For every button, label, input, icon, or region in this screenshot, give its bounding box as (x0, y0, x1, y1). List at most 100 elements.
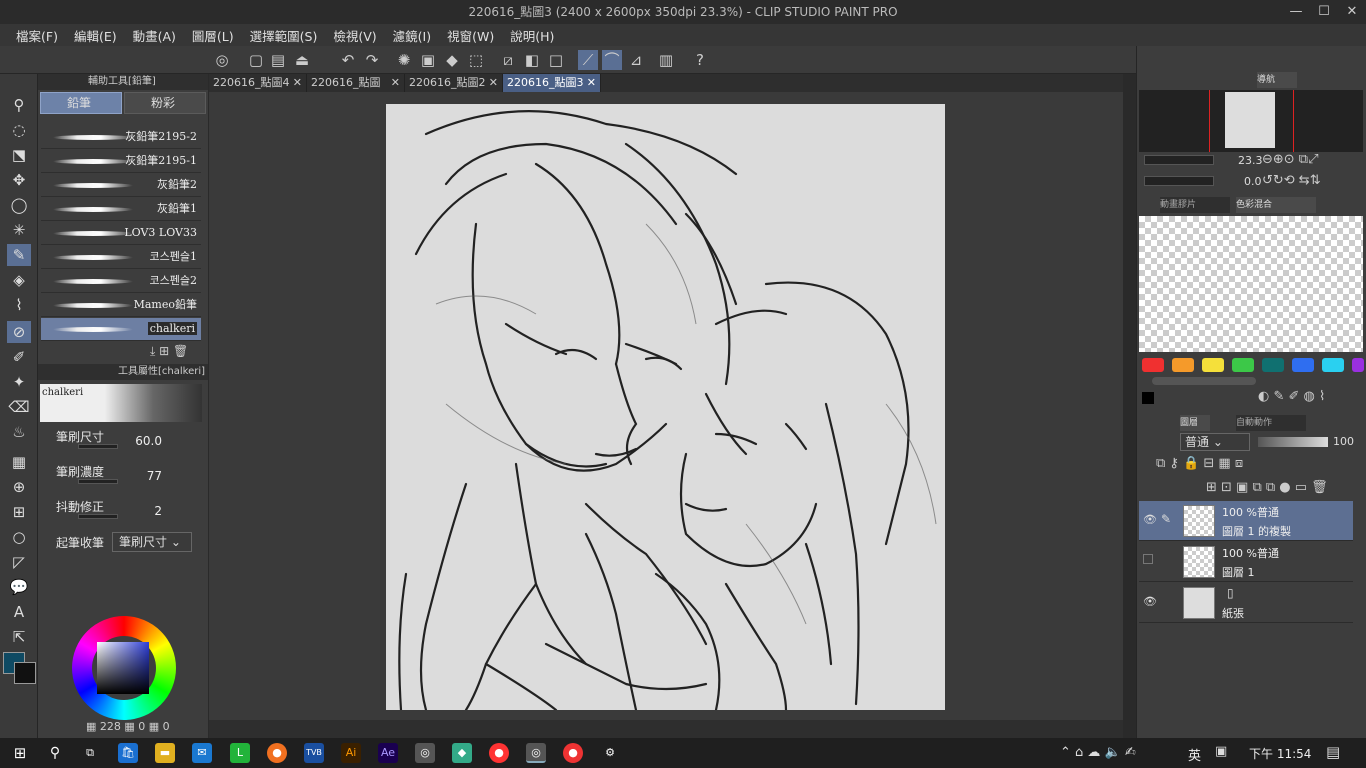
canvas-tab[interactable]: 220616_點圖4 ✕ (209, 74, 307, 92)
operation-tool-icon[interactable]: ◌ (7, 119, 31, 141)
brush-item[interactable]: 灰鉛筆1 (41, 198, 201, 221)
pen-tool-icon[interactable]: ✎ (7, 244, 31, 266)
stabilization-slider[interactable] (78, 514, 118, 519)
line-app-icon[interactable]: L (230, 743, 250, 763)
menu-filter[interactable]: 濾鏡(I) (393, 26, 431, 45)
eye-icon[interactable]: 👁 (1143, 513, 1157, 526)
drawing-canvas[interactable] (386, 104, 945, 710)
close-button[interactable]: ✕ (1338, 0, 1366, 24)
navigator-preview[interactable] (1139, 90, 1363, 152)
gradient-tool-icon[interactable]: ▦ (7, 451, 31, 473)
ime-indicator[interactable]: 英 (1188, 745, 1201, 764)
airbrush-tool-icon[interactable]: ✦ (7, 371, 31, 393)
illustrator-icon[interactable]: Ai (341, 743, 361, 763)
taper-select[interactable]: 筆刷尺寸 ⌄ (112, 532, 192, 552)
palette-swatch[interactable] (1232, 358, 1254, 372)
tray-app-icon[interactable]: ▣ (1215, 744, 1227, 759)
menu-animation[interactable]: 動畫(A) (133, 26, 176, 45)
rotation-controls-icons[interactable]: ↺↻⟲ ⇆⇅ (1262, 173, 1321, 188)
mail-icon[interactable]: ✉ (192, 743, 212, 763)
tube-app-icon[interactable]: TVB (304, 743, 324, 763)
canvas-tab[interactable]: 220616_點圖 ✕ (307, 74, 405, 92)
menu-window[interactable]: 視窗(W) (447, 26, 494, 45)
eye-icon[interactable]: 👁 (1143, 595, 1157, 608)
settings-icon[interactable]: ⚙ (600, 743, 620, 763)
tablet-icon[interactable]: ▥ (656, 50, 676, 70)
redo-icon[interactable]: ↷ (362, 50, 382, 70)
auto-action-tab[interactable]: 自動動作 (1236, 415, 1306, 431)
invert-selection-icon[interactable]: ◧ (522, 50, 542, 70)
undo-icon[interactable]: ↶ (338, 50, 358, 70)
text-tool-icon[interactable]: A (7, 601, 31, 623)
palette-swatch[interactable] (1322, 358, 1344, 372)
snap-grid-icon[interactable]: ⊿ (626, 50, 646, 70)
palette-swatch[interactable] (1292, 358, 1314, 372)
palette-swatch[interactable] (1142, 358, 1164, 372)
brush-item[interactable]: 灰鉛筆2195-1 (41, 150, 201, 173)
subtool-tab-pencil[interactable]: 鉛筆 (40, 92, 122, 114)
frame-tool-icon[interactable]: ⊞ (7, 501, 31, 523)
navigator-tab[interactable]: 導航 (1257, 72, 1297, 88)
fill-tool-icon[interactable]: ◈ (7, 269, 31, 291)
brush-density-slider[interactable] (78, 479, 118, 484)
layer-lock-icons[interactable]: ⧉ ⚷ 🔒 ⊟ ▦ ⧈ (1156, 456, 1243, 471)
brush-item[interactable]: 코스펜슬2 (41, 270, 201, 293)
lasso-tool-icon[interactable]: ◯ (7, 194, 31, 216)
menu-layer[interactable]: 圖層(L) (192, 26, 234, 45)
search-icon[interactable]: ⚲ (45, 743, 65, 763)
palette-swatch[interactable] (1352, 358, 1364, 372)
rotation-slider[interactable] (1144, 176, 1214, 186)
close-tab-icon[interactable]: ✕ (391, 74, 400, 92)
ellipse-tool-icon[interactable]: ○ (7, 526, 31, 548)
layer-row-selected[interactable]: 👁 ✎ 100 %普通 圖層 1 的複製 (1139, 501, 1353, 541)
stabilization-value[interactable]: 2 (154, 504, 162, 518)
store-icon[interactable]: 🛍 (118, 743, 138, 763)
move-tool-icon[interactable]: ✥ (7, 169, 31, 191)
transform-icon[interactable]: ⬚ (466, 50, 486, 70)
eyedropper-icon[interactable]: ⌇ (7, 294, 31, 316)
maximize-button[interactable]: ☐ (1310, 0, 1338, 24)
brush-item[interactable]: LOV3 LOV33 (41, 222, 201, 245)
windows-start-icon[interactable]: ⊞ (10, 743, 30, 763)
layer-action-icons[interactable]: ⊞ ⊡ ▣ ⧉ ⧉ ● ▭ 🗑 (1206, 480, 1328, 495)
opacity-value[interactable]: 100 (1333, 435, 1354, 448)
menu-view[interactable]: 檢視(V) (333, 26, 376, 45)
zoom-controls-icons[interactable]: ⊖⊕⊙ ⧉⤢ (1262, 152, 1319, 167)
fill-icon[interactable]: ◆ (442, 50, 462, 70)
loading-icon[interactable]: ✺ (394, 50, 414, 70)
deselect-icon[interactable]: ⧄ (498, 50, 518, 70)
palette-swatch[interactable] (1202, 358, 1224, 372)
color-square[interactable] (97, 642, 149, 694)
help-icon[interactable]: ? (690, 50, 710, 70)
clear-selection-icon[interactable]: ▣ (418, 50, 438, 70)
zoom-slider[interactable] (1144, 155, 1214, 165)
ruler-tool-icon[interactable]: ◸ (7, 551, 31, 573)
zoom-value[interactable]: 23.3 (1238, 154, 1263, 167)
brush-size-slider[interactable] (78, 444, 118, 449)
open-folder-icon[interactable]: ▤ (268, 50, 288, 70)
clip-studio-icon[interactable]: ◎ (212, 50, 232, 70)
zoom-tool-icon[interactable]: ⚲ (7, 94, 31, 116)
object-tool-icon[interactable]: ⬔ (7, 144, 31, 166)
crop-icon[interactable]: □ (546, 50, 566, 70)
canvas-tab-active[interactable]: 220616_點圖3 ✕ (503, 74, 601, 92)
sub-color-swatch[interactable] (14, 662, 36, 684)
correct-line-tool-icon[interactable]: ⇱ (7, 626, 31, 648)
brush-item-selected[interactable]: chalkeri (41, 318, 201, 341)
animation-cel-tab[interactable]: 動畫膠片 (1160, 197, 1230, 213)
menu-edit[interactable]: 編輯(E) (74, 26, 117, 45)
rotation-value[interactable]: 0.0 (1244, 175, 1262, 188)
palette-swatch[interactable] (1262, 358, 1284, 372)
close-tab-icon[interactable]: ✕ (293, 74, 302, 92)
save-icon[interactable]: ⏏ (292, 50, 312, 70)
pencil-tool-icon[interactable]: ⊘ (7, 321, 31, 343)
layer-row[interactable]: 👁 ▯ 紙張 (1139, 583, 1353, 623)
file-explorer-icon[interactable]: ▬ (155, 743, 175, 763)
tray-icons[interactable]: ⌃ ⌂ ☁ 🔈 ✍ (1060, 745, 1136, 760)
palette-scrollbar[interactable] (1152, 377, 1256, 385)
brush-item[interactable]: Mameo鉛筆 (41, 294, 201, 317)
brush-tool-icon[interactable]: ✐ (7, 346, 31, 368)
after-effects-icon[interactable]: Ae (378, 743, 398, 763)
color-mixing-tab[interactable]: 色彩混合 (1236, 197, 1316, 213)
clip-studio-task-icon[interactable]: ◎ (415, 743, 435, 763)
